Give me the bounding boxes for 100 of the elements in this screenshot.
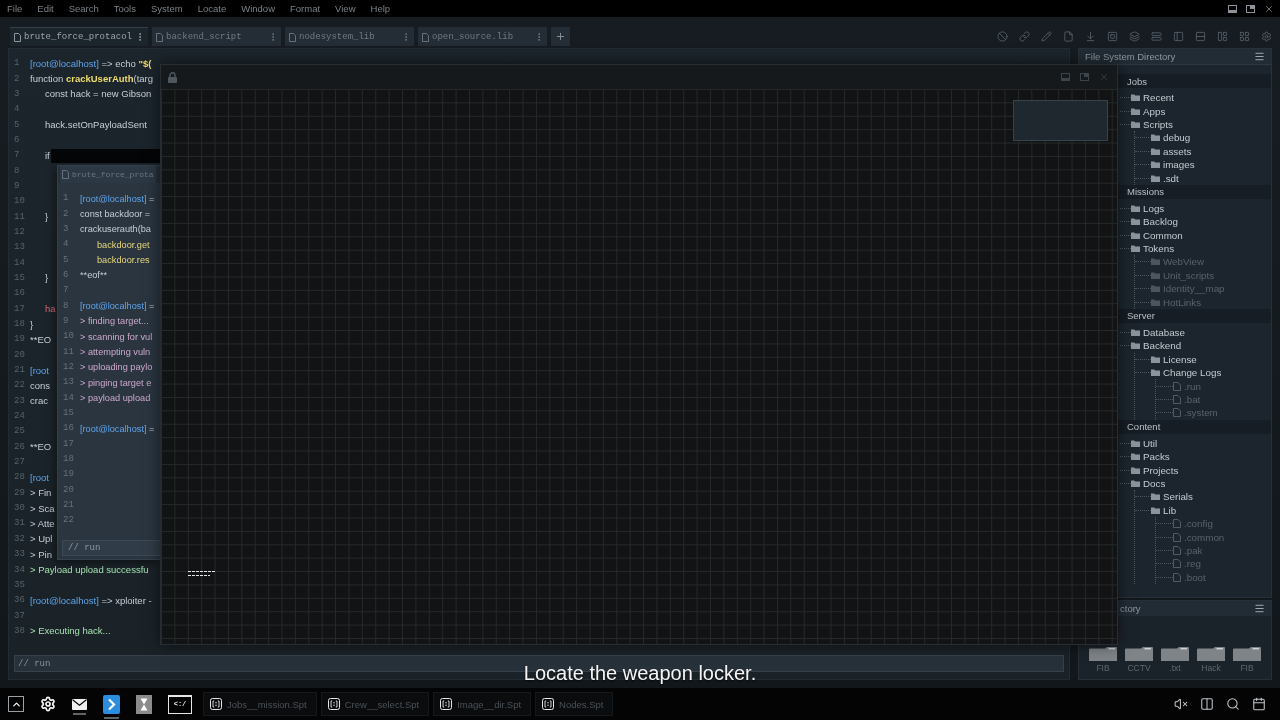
tree-item[interactable]: Backlog — [1131, 216, 1178, 228]
tree-section[interactable]: Jobs — [1118, 74, 1271, 88]
line-number: 27 — [14, 457, 25, 469]
command-input[interactable]: // run — [62, 540, 160, 556]
tree-item[interactable]: Apps — [1131, 105, 1166, 117]
tree-item[interactable]: images — [1151, 159, 1195, 171]
scribble-icon — [188, 570, 216, 577]
tree-item[interactable]: Projects — [1131, 464, 1179, 476]
editor-tab[interactable]: backend_script — [152, 27, 282, 46]
line-number: 24 — [14, 411, 25, 423]
tree-item[interactable]: Docs — [1131, 477, 1166, 489]
menu-item[interactable]: Search — [68, 3, 99, 14]
expand-button[interactable] — [8, 696, 24, 712]
code-line: } — [30, 318, 34, 331]
split-panel-icon[interactable] — [1200, 697, 1214, 711]
panel-layout-icon[interactable] — [1217, 31, 1228, 42]
tree-item[interactable]: Change Logs — [1151, 367, 1222, 379]
file-icon — [62, 170, 69, 179]
folder-icon — [1197, 647, 1225, 661]
line-number: 23 — [14, 395, 25, 407]
tree-item[interactable]: Packs — [1131, 451, 1170, 463]
menu-item[interactable]: Help — [370, 3, 391, 14]
menu-item[interactable]: File — [7, 3, 23, 14]
menu-item[interactable]: Format — [290, 3, 321, 14]
tree-item[interactable]: Lib — [1151, 504, 1177, 516]
tree-item[interactable]: assets — [1151, 145, 1192, 157]
pencil-icon[interactable] — [1041, 31, 1052, 42]
tree-section[interactable]: Server — [1118, 308, 1271, 323]
line-number: 17 — [14, 303, 25, 315]
layers-icon[interactable] — [1129, 31, 1140, 42]
new-tab-button[interactable] — [551, 27, 571, 46]
tree-item[interactable]: Database — [1131, 327, 1185, 339]
search-icon[interactable] — [1226, 697, 1240, 711]
close-icon[interactable] — [1264, 3, 1274, 14]
tree-item[interactable]: Logs — [1131, 202, 1165, 214]
muted-speaker-icon[interactable] — [1174, 697, 1188, 711]
code-line: [root — [30, 364, 49, 377]
rows-layout-icon[interactable] — [1195, 31, 1206, 42]
code-line: [root@localhost] => xploiter - — [30, 594, 152, 607]
panel-title: ctory — [1120, 603, 1141, 614]
file-icon — [422, 32, 430, 42]
hourglass-icon[interactable] — [136, 694, 152, 714]
code-line: > Upl — [30, 533, 53, 546]
code-line: **EO — [30, 333, 52, 346]
calendar-icon[interactable] — [1252, 697, 1266, 711]
code-line: > scanning for vul — [80, 330, 153, 343]
tree-item[interactable]: Recent — [1131, 92, 1175, 104]
minimize-icon[interactable] — [1228, 4, 1237, 13]
download-icon[interactable] — [1085, 31, 1096, 42]
editor-tab[interactable]: nodesystem_lib — [285, 27, 415, 46]
tree-item[interactable]: Scripts — [1131, 118, 1173, 130]
line-number: 21 — [14, 365, 25, 377]
tree-item[interactable]: License — [1151, 353, 1197, 365]
link-icon[interactable] — [1019, 31, 1030, 42]
menu-item[interactable]: View — [335, 3, 356, 14]
tree-section[interactable]: Missions — [1118, 184, 1271, 199]
bracket-icon — [440, 698, 453, 710]
menu-icon[interactable] — [1254, 51, 1265, 62]
code-line: if — [45, 149, 50, 162]
lock-icon — [168, 71, 177, 83]
stacked-rows-icon[interactable] — [1151, 31, 1162, 42]
ban-icon[interactable] — [997, 31, 1008, 42]
menu-icon[interactable] — [1254, 603, 1265, 614]
bracket-icon — [327, 698, 340, 710]
code-line: const backdoor = — [80, 208, 151, 220]
menu-item[interactable]: Edit — [37, 3, 54, 14]
code-line: ha — [45, 303, 56, 316]
restore-icon[interactable] — [1246, 4, 1255, 13]
menu-item[interactable]: System — [151, 3, 183, 14]
chevron-tile-icon[interactable] — [103, 694, 120, 714]
tree-item[interactable]: Util — [1131, 437, 1158, 449]
code-line: > Sca — [30, 502, 55, 515]
tree-item[interactable]: debug — [1151, 132, 1191, 144]
tree-section[interactable]: Content — [1118, 419, 1271, 434]
code-line: > Payload upload successfu — [30, 564, 149, 576]
editor-tab[interactable]: open_source.lib — [418, 27, 548, 46]
bracket-icon — [542, 698, 555, 710]
grid-icon[interactable] — [1239, 31, 1250, 42]
line-number: 19 — [14, 334, 25, 346]
code-line: } — [45, 211, 49, 224]
tree-item[interactable]: Serials — [1151, 491, 1193, 503]
mail-icon[interactable] — [72, 698, 87, 710]
line-number: 29 — [14, 487, 25, 499]
editor-tab[interactable]: brute_force_protacol — [10, 27, 149, 46]
code-line: **eof** — [80, 269, 108, 282]
tree-item[interactable]: .sdt — [1151, 172, 1179, 184]
line-number: 22 — [14, 380, 25, 392]
tree-item[interactable]: Tokens — [1131, 243, 1175, 255]
file-icon[interactable] — [1063, 31, 1074, 42]
menu-item[interactable]: Locate — [197, 3, 227, 14]
code-line: > pinging target e — [80, 376, 152, 389]
sidebar-layout-icon[interactable] — [1173, 31, 1184, 42]
menu-item[interactable]: Tools — [113, 3, 136, 14]
menu-item[interactable]: Window — [241, 3, 275, 14]
tree-item[interactable]: Common — [1131, 229, 1183, 241]
nested-square-icon[interactable] — [1107, 31, 1118, 42]
code-line: > Fin — [30, 487, 52, 500]
folder-icon — [1161, 647, 1189, 661]
line-number: 28 — [14, 472, 25, 484]
tree-item[interactable]: Backend — [1131, 340, 1182, 352]
